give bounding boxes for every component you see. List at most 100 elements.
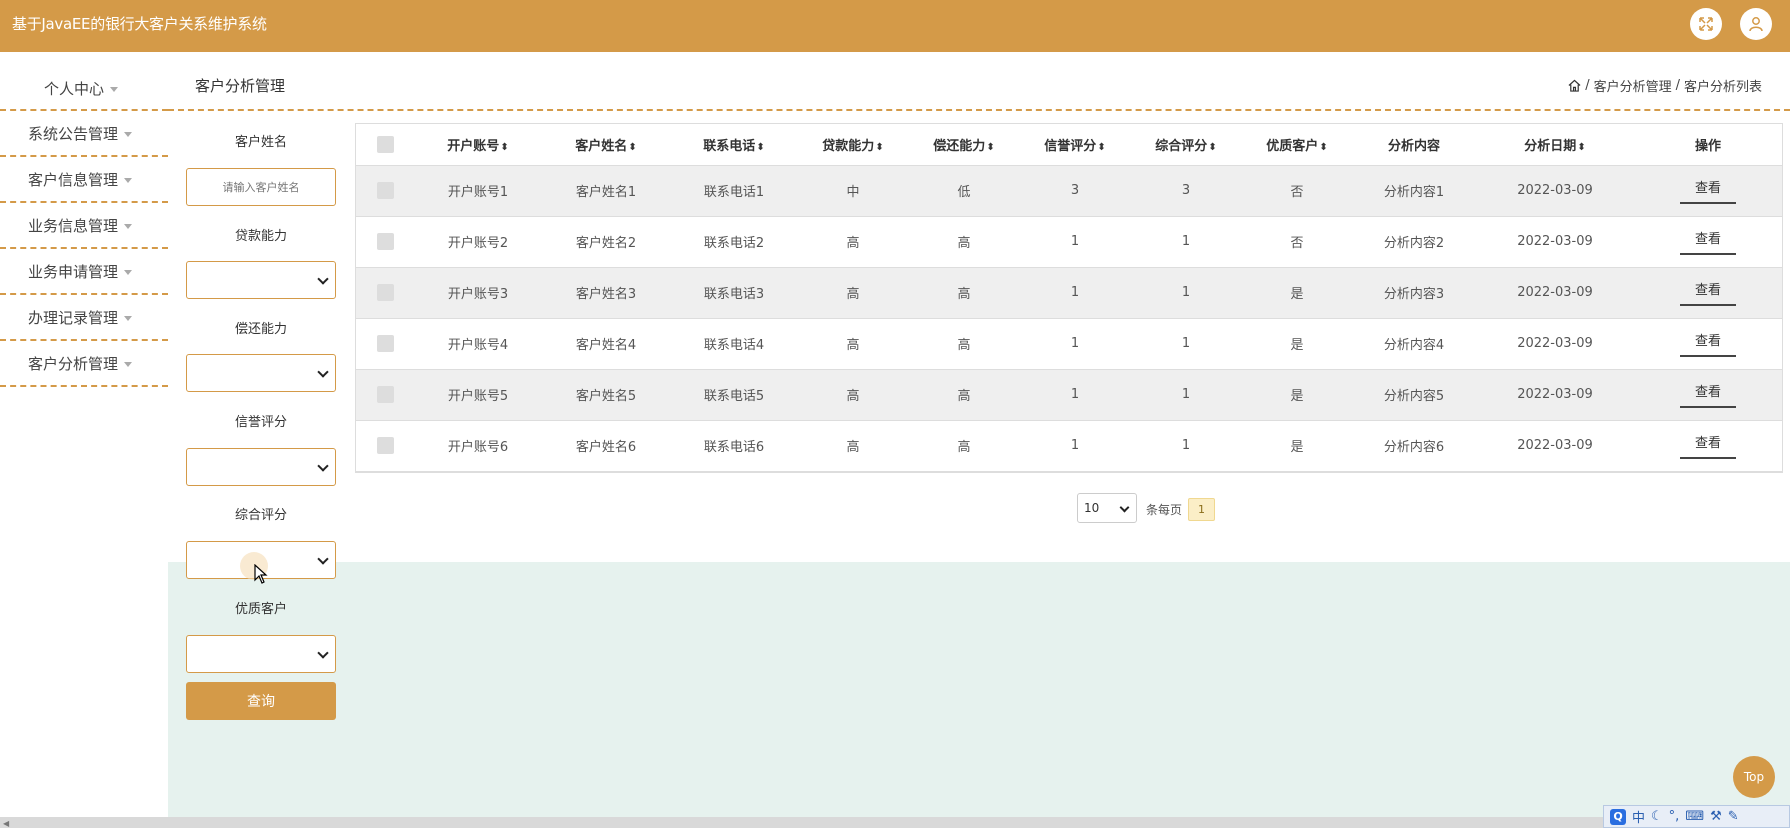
fullscreen-button[interactable]: [1690, 8, 1722, 40]
table-cell: 高: [798, 369, 908, 421]
sidebar-item-label: 业务申请管理: [28, 263, 119, 281]
sidebar-item-label: 客户信息管理: [28, 171, 119, 189]
settings-icon[interactable]: ✎: [1728, 809, 1739, 824]
table-cell: 高: [908, 216, 1020, 268]
column-header[interactable]: 综合评分⬍: [1130, 124, 1242, 166]
table-cell: 开户账号4: [414, 318, 542, 370]
chevron-down-icon: [317, 460, 329, 472]
row-checkbox[interactable]: [376, 386, 394, 403]
select-all-cell: [356, 124, 414, 166]
action-cell: 查看: [1634, 165, 1782, 217]
table-cell: 客户姓名3: [542, 267, 670, 319]
table-row: 开户账号4 客户姓名4 联系电话4 高高 1 1 是分析内容4 2022-03-09 查看: [356, 318, 1782, 370]
sort-icon: ⬍: [1097, 141, 1106, 153]
ime-mode[interactable]: 中: [1632, 807, 1645, 826]
column-header[interactable]: 贷款能力⬍: [798, 124, 908, 166]
table-cell: 1: [1130, 216, 1242, 268]
table-cell: 1: [1020, 369, 1130, 421]
row-checkbox[interactable]: [376, 233, 394, 250]
breadcrumb-level1[interactable]: 客户分析管理: [1594, 76, 1672, 95]
page-size-value: 10: [1084, 501, 1100, 515]
table-cell: 1: [1130, 369, 1242, 421]
column-header[interactable]: 信誉评分⬍: [1020, 124, 1130, 166]
moon-icon[interactable]: ☾: [1651, 809, 1663, 824]
home-icon[interactable]: [1568, 79, 1581, 92]
sidebar-item-analysis[interactable]: 客户分析管理: [28, 353, 133, 374]
row-select-cell: [356, 420, 414, 472]
column-header-label: 分析日期: [1524, 138, 1577, 154]
keyboard-icon[interactable]: ⌨: [1685, 809, 1704, 824]
column-header[interactable]: 开户账号⬍: [414, 124, 542, 166]
divider: [0, 339, 168, 341]
sidebar-item-personal[interactable]: 个人中心: [44, 78, 119, 99]
overall-score-label: 综合评分: [234, 508, 287, 523]
table-cell: 高: [798, 267, 908, 319]
column-header[interactable]: 优质客户⬍: [1242, 124, 1352, 166]
view-button[interactable]: 查看: [1680, 330, 1736, 357]
row-checkbox[interactable]: [376, 335, 394, 352]
content-background: [168, 562, 1790, 818]
back-to-top-button[interactable]: Top: [1733, 756, 1775, 798]
page-title: 客户分析管理: [195, 77, 286, 95]
row-checkbox[interactable]: [376, 284, 394, 301]
sidebar-item-announcements[interactable]: 系统公告管理: [28, 123, 133, 144]
caret-down-icon: [124, 224, 133, 229]
sort-icon: ⬍: [1208, 141, 1217, 153]
table-cell: 客户姓名4: [542, 318, 670, 370]
column-header[interactable]: 分析日期⬍: [1476, 124, 1634, 166]
repay-ability-label: 偿还能力: [234, 322, 287, 337]
column-header[interactable]: 客户姓名⬍: [542, 124, 670, 166]
table-cell: 分析内容2: [1352, 216, 1476, 268]
scroll-left-icon[interactable]: ◀: [3, 819, 9, 828]
ime-toolbar[interactable]: Q 中 ☾ °, ⌨ ⚒ ✎: [1603, 805, 1790, 828]
repay-ability-select[interactable]: [186, 354, 336, 392]
chevron-down-icon: [317, 273, 329, 285]
credit-score-select[interactable]: [186, 448, 336, 486]
sidebar-item-applications[interactable]: 业务申请管理: [28, 261, 133, 282]
user-button[interactable]: [1740, 8, 1772, 40]
sort-icon: ⬍: [628, 141, 637, 153]
table-cell: 高: [908, 267, 1020, 319]
table-cell: 是: [1242, 420, 1352, 472]
table-row: 开户账号3 客户姓名3 联系电话3 高高 1 1 是分析内容3 2022-03-09 查看: [356, 267, 1782, 319]
column-header-label: 综合评分: [1155, 138, 1208, 154]
customer-name-input[interactable]: [186, 168, 336, 206]
table-cell: 分析内容4: [1352, 318, 1476, 370]
divider: [0, 385, 168, 387]
view-button[interactable]: 查看: [1680, 432, 1736, 459]
page-size-select[interactable]: 10: [1077, 493, 1137, 523]
row-checkbox[interactable]: [376, 182, 394, 199]
column-header[interactable]: 偿还能力⬍: [908, 124, 1020, 166]
caret-down-icon: [124, 178, 133, 183]
premium-customer-select[interactable]: [186, 635, 336, 673]
column-header[interactable]: 联系电话⬍: [670, 124, 798, 166]
horizontal-scrollbar[interactable]: ◀: [0, 817, 1790, 828]
page-number-button[interactable]: 1: [1188, 498, 1215, 521]
table-row: 开户账号6 客户姓名6 联系电话6 高高 1 1 是分析内容6 2022-03-09 查看: [356, 420, 1782, 472]
per-page-label: 条每页: [1146, 503, 1183, 517]
table-cell: 是: [1242, 369, 1352, 421]
sidebar-item-customers[interactable]: 客户信息管理: [28, 169, 133, 190]
select-all-checkbox[interactable]: [376, 135, 394, 153]
row-select-cell: [356, 165, 414, 217]
user-icon: [1749, 17, 1763, 32]
row-checkbox[interactable]: [376, 437, 394, 454]
punctuation-icon[interactable]: °,: [1669, 809, 1680, 824]
table-cell: 是: [1242, 267, 1352, 319]
view-button[interactable]: 查看: [1680, 228, 1736, 255]
view-button[interactable]: 查看: [1680, 381, 1736, 408]
sidebar-item-label: 办理记录管理: [28, 309, 119, 327]
column-header: 分析内容: [1352, 124, 1476, 166]
view-button[interactable]: 查看: [1680, 279, 1736, 306]
toolbox-icon[interactable]: ⚒: [1710, 809, 1722, 824]
column-header-label: 客户姓名: [575, 138, 628, 154]
loan-ability-select[interactable]: [186, 261, 336, 299]
mouse-cursor-icon: [254, 564, 268, 584]
table-row: 开户账号2 客户姓名2 联系电话2 高高 1 1 否分析内容2 2022-03-09 查看: [356, 216, 1782, 268]
sidebar-item-records[interactable]: 办理记录管理: [28, 307, 133, 328]
query-button[interactable]: 查询: [186, 682, 336, 720]
view-button[interactable]: 查看: [1680, 177, 1736, 204]
table-cell: 联系电话2: [670, 216, 798, 268]
table-cell: 分析内容6: [1352, 420, 1476, 472]
sidebar-item-business[interactable]: 业务信息管理: [28, 215, 133, 236]
